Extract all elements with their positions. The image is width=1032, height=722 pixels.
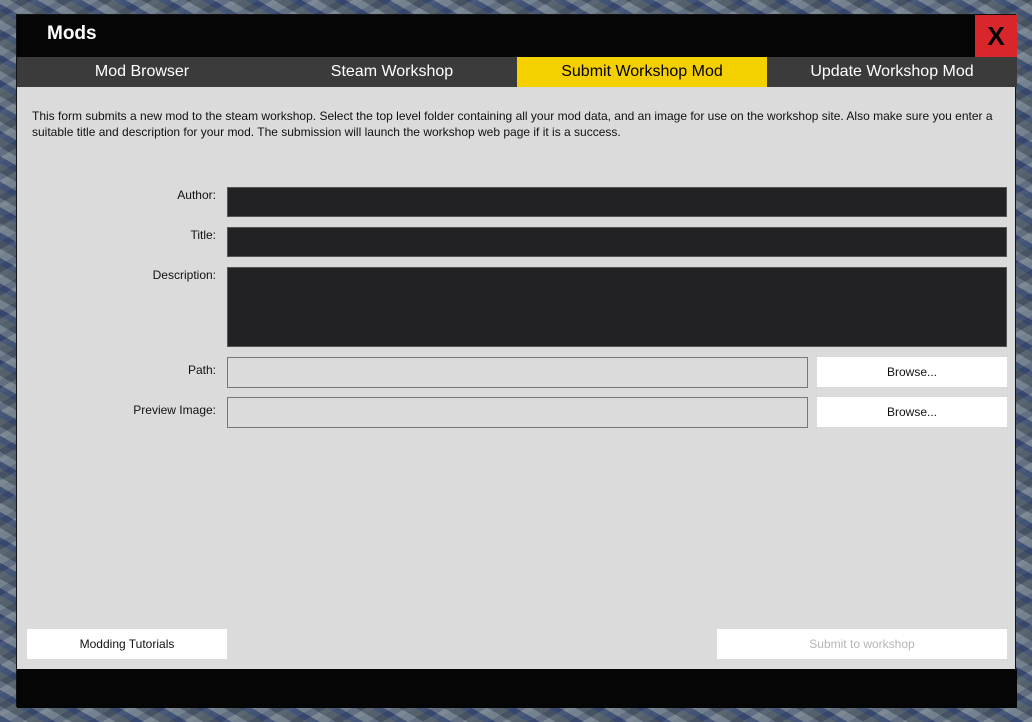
- tab-bar: Mod Browser Steam Workshop Submit Worksh…: [17, 57, 1017, 87]
- dialog-title: Mods: [47, 23, 97, 44]
- description-field[interactable]: [227, 267, 1007, 347]
- footer-bar: [17, 669, 1017, 708]
- preview-image-browse-button[interactable]: Browse...: [817, 397, 1007, 427]
- path-field[interactable]: [227, 357, 808, 388]
- author-label: Author:: [177, 188, 216, 202]
- author-field[interactable]: [227, 187, 1007, 217]
- path-browse-button[interactable]: Browse...: [817, 357, 1007, 387]
- mods-dialog: Mods X Mod Browser Steam Workshop Submit…: [16, 14, 1017, 708]
- preview-image-label: Preview Image:: [133, 403, 216, 417]
- tab-mod-browser[interactable]: Mod Browser: [17, 57, 267, 87]
- title-field[interactable]: [227, 227, 1007, 257]
- close-button[interactable]: X: [975, 15, 1017, 57]
- submit-to-workshop-button[interactable]: Submit to workshop: [717, 629, 1007, 659]
- tab-update-workshop-mod[interactable]: Update Workshop Mod: [767, 57, 1017, 87]
- tab-submit-workshop-mod[interactable]: Submit Workshop Mod: [517, 57, 767, 87]
- path-label: Path:: [187, 363, 216, 377]
- tab-steam-workshop[interactable]: Steam Workshop: [267, 57, 517, 87]
- preview-image-field[interactable]: [227, 397, 808, 428]
- modding-tutorials-button[interactable]: Modding Tutorials: [27, 629, 227, 659]
- form-description-text: This form submits a new mod to the steam…: [32, 109, 993, 139]
- description-label: Description:: [152, 268, 216, 282]
- title-label: Title:: [190, 228, 216, 242]
- title-bar: Mods X: [17, 15, 1017, 57]
